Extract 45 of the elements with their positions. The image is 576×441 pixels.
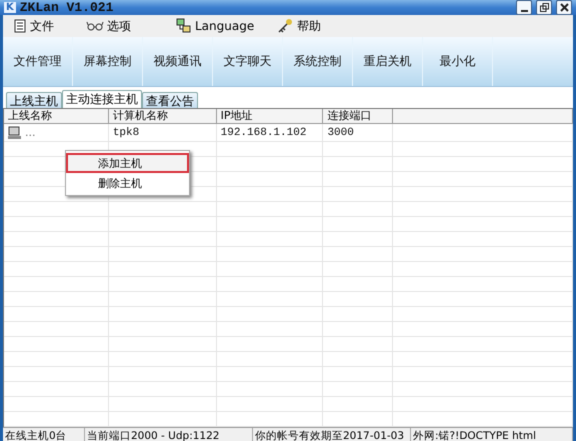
- table-cell: 3000: [323, 124, 394, 141]
- menu-label: 帮助: [297, 18, 322, 34]
- tab[interactable]: 上线主机: [6, 92, 62, 108]
- close-icon: [560, 3, 568, 12]
- context-menu-item[interactable]: 添加主机: [66, 153, 189, 173]
- column-header[interactable]: IP地址: [216, 109, 324, 124]
- minimize-icon: [520, 10, 528, 12]
- tab[interactable]: 查看公告: [142, 92, 198, 108]
- context-menu-item[interactable]: 删除主机: [66, 173, 189, 193]
- menu-item[interactable]: 选项: [86, 18, 131, 34]
- table-cell: tpk8: [108, 124, 217, 141]
- menu-label: 选项: [107, 18, 131, 34]
- toolbar-button[interactable]: 最小化: [423, 37, 493, 86]
- status-text: 你的帐号有效期至2017-01-03: [253, 428, 411, 441]
- column-header[interactable]: 上线名称: [4, 109, 109, 124]
- toolbar-button[interactable]: 文件管理: [3, 37, 73, 86]
- menu-item[interactable]: 文件: [13, 18, 54, 34]
- status-text: 外网:锘?!DOCTYPE html: [411, 428, 573, 441]
- menu-label: 文件: [30, 18, 54, 34]
- tab[interactable]: 主动连接主机: [62, 90, 142, 108]
- restore-icon: [540, 3, 548, 12]
- table-cell: 192.168.1.102: [216, 124, 324, 141]
- toolbar-button[interactable]: 系统控制: [283, 37, 353, 86]
- toolbar-button[interactable]: 视频通讯: [143, 37, 213, 86]
- toolbar-button[interactable]: 重启关机: [353, 37, 423, 86]
- status-text: 当前端口2000 - Udp:1122: [85, 428, 253, 441]
- column-header[interactable]: 连接端口: [323, 109, 394, 124]
- document-icon: [13, 19, 27, 33]
- computer-icon: [8, 126, 22, 139]
- restore-button[interactable]: [536, 0, 552, 15]
- status-text: 在线主机0台: [3, 428, 85, 441]
- glasses-icon: [86, 21, 104, 31]
- app-logo: K: [4, 2, 16, 13]
- menu-item[interactable]: 帮助: [276, 18, 322, 34]
- menu-label: Language: [195, 19, 254, 33]
- minimize-button[interactable]: [516, 0, 532, 15]
- toolbar-button[interactable]: 屏幕控制: [73, 37, 143, 86]
- menu-item[interactable]: Language: [176, 18, 254, 34]
- table-cell: ...: [4, 124, 109, 141]
- column-header[interactable]: 计算机名称: [108, 109, 217, 124]
- toolbar-button[interactable]: 文字聊天: [213, 37, 283, 86]
- window-title: ZKLan V1.021: [20, 0, 114, 15]
- computers-icon: [176, 18, 192, 34]
- close-button[interactable]: [556, 0, 572, 15]
- key-icon: [276, 18, 294, 34]
